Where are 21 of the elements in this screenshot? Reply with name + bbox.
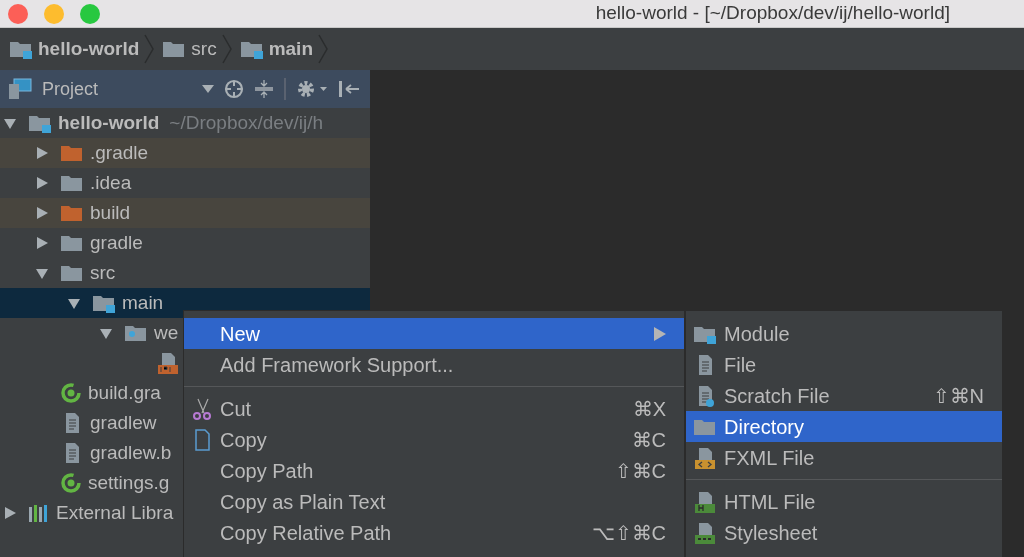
- tree-label: .gradle: [90, 140, 149, 165]
- panel-title: Project: [42, 77, 100, 101]
- tree-label: settings.g: [88, 470, 170, 495]
- shortcut-label: ⌥⇧⌘C: [591, 520, 666, 546]
- tree-label: gradle: [90, 230, 143, 255]
- tree-label: build.gra: [88, 380, 161, 405]
- tree-label: hello-world: [58, 110, 160, 135]
- tree-label: gradlew: [90, 410, 157, 435]
- tree-path: ~/Dropbox/dev/ij/h: [169, 110, 323, 135]
- tree-label: build: [90, 200, 131, 225]
- shortcut-label: ⇧⌘C: [614, 458, 666, 484]
- tree-label: main: [122, 290, 164, 315]
- shortcut-label: ⌘X: [632, 396, 666, 422]
- window-title: hello-world - [~/Dropbox/dev/ij/hello-world]: [595, 1, 950, 26]
- shortcut-label: ⇧⌘N: [932, 383, 984, 409]
- tree-label: we: [154, 320, 179, 345]
- tree-label: .idea: [90, 170, 132, 195]
- tree-label: src: [90, 260, 116, 285]
- shortcut-label: ⌘C: [631, 427, 666, 453]
- tree-label: gradlew.b: [90, 440, 172, 465]
- tree-label: External Libra: [56, 500, 174, 525]
